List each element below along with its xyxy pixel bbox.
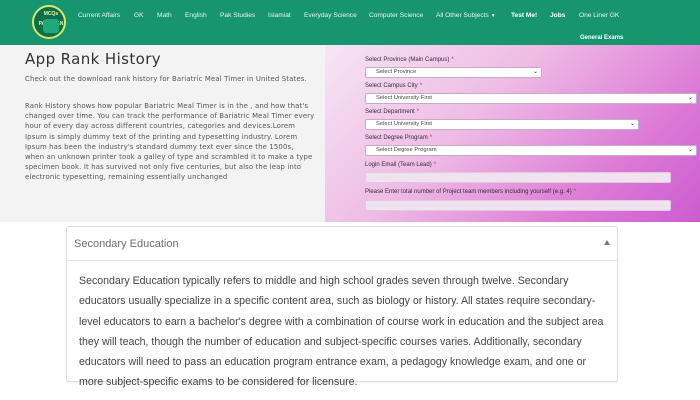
degree-program-label-text: Select Degree Program	[365, 135, 428, 141]
nav-all-other-subjects[interactable]: All Other Subjects ▼	[436, 10, 496, 22]
team-members-label-text: Please Enter total number of Project tea…	[365, 189, 572, 195]
page-title: App Rank History	[25, 50, 162, 68]
nav-general-exams[interactable]: General Exams	[580, 33, 623, 43]
login-email-label-text: Login Email (Team Lead)	[365, 162, 432, 168]
nav-everyday-science[interactable]: Everyday Science	[304, 10, 357, 22]
nav-jobs[interactable]: Jobs	[550, 10, 565, 22]
degree-program-select-value: Select Degree Program	[376, 147, 437, 153]
required-mark: *	[573, 189, 577, 195]
department-select-value: Select University First	[376, 121, 433, 127]
nav-current-affairs[interactable]: Current Affairs	[78, 10, 120, 22]
required-mark: *	[451, 57, 454, 63]
degree-program-label: Select Degree Program *	[365, 134, 432, 142]
campus-city-select-value: Select University First	[376, 95, 433, 101]
campus-city-label: Select Campus City *	[365, 82, 422, 90]
nav-links: Current Affairs GK Math English Pak Stud…	[0, 10, 700, 22]
nav-gk[interactable]: GK	[134, 10, 144, 22]
chevron-down-icon: ⌄	[629, 121, 635, 127]
province-label-text: Select Province (Main Campus)	[365, 57, 450, 63]
login-email-label: Login Email (Team Lead) *	[365, 161, 436, 169]
nav-islamiat[interactable]: Islamiat	[268, 10, 291, 22]
province-select-value: Select Province	[376, 69, 417, 75]
department-select[interactable]: Select University First ⌄	[365, 119, 639, 130]
required-mark: *	[433, 162, 437, 168]
secondary-education-accordion: Secondary Education Secondary Education …	[66, 226, 618, 388]
accordion-title: Secondary Education	[74, 238, 179, 250]
chevron-down-icon: ⌄	[687, 95, 693, 101]
nav-all-other-subjects-label: All Other Subjects	[436, 12, 489, 19]
degree-program-select[interactable]: Select Degree Program ⌄	[365, 145, 697, 156]
chevron-down-icon: ⌄	[532, 69, 538, 75]
caret-down-icon: ▼	[490, 13, 496, 19]
nav-math[interactable]: Math	[157, 10, 172, 22]
department-label: Select Department *	[365, 108, 419, 116]
rank-history-description: Rank History shows how popular Bariatric…	[25, 102, 315, 182]
login-email-input[interactable]	[365, 172, 671, 183]
nav-one-liner-gk[interactable]: One Liner GK	[579, 10, 619, 22]
accordion-header[interactable]: Secondary Education	[67, 227, 617, 261]
nav-computer-science[interactable]: Computer Science	[369, 10, 423, 22]
registration-form: Select Province (Main Campus) * Select Pr…	[325, 45, 700, 222]
province-label: Select Province (Main Campus) *	[365, 56, 454, 64]
team-members-input[interactable]	[365, 200, 671, 211]
required-mark: *	[429, 135, 433, 141]
nav-english[interactable]: English	[185, 10, 207, 22]
nav-pak-studies[interactable]: Pak Studies	[220, 10, 255, 22]
team-members-label: Please Enter total number of Project tea…	[365, 188, 576, 196]
campus-city-label-text: Select Campus City	[365, 83, 418, 89]
accordion-body-text: Secondary Education typically refers to …	[79, 275, 604, 389]
nav-test-me[interactable]: Test Me!	[511, 10, 537, 22]
required-mark: *	[419, 83, 423, 89]
intro-text: Check out the download rank history for …	[25, 75, 307, 83]
collapse-arrow-icon[interactable]	[604, 240, 610, 245]
department-label-text: Select Department	[365, 109, 415, 115]
top-navbar: MCQs PAKISTAN Current Affairs GK Math En…	[0, 0, 700, 45]
campus-city-select[interactable]: Select University First ⌄	[365, 93, 697, 104]
chevron-down-icon: ⌄	[687, 147, 693, 153]
required-mark: *	[416, 109, 420, 115]
app-rank-info-panel: App Rank History Check out the download …	[0, 45, 325, 222]
province-select[interactable]: Select Province ⌄	[365, 67, 542, 78]
